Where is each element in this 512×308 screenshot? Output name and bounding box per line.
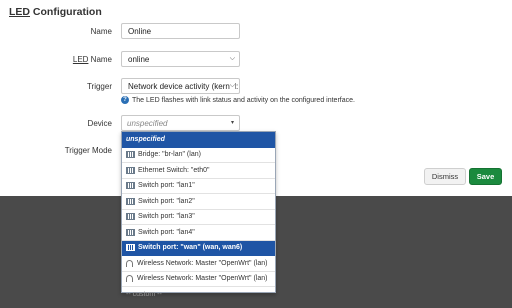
- chevron-down-icon: ▾: [230, 120, 234, 126]
- trigger-select[interactable]: Network device activity (kernel: ⌵: [121, 78, 240, 94]
- name-input[interactable]: Online: [121, 23, 240, 39]
- chevron-down-icon: ⌵: [229, 55, 235, 62]
- dropdown-option-lan1[interactable]: Switch port: "lan1": [122, 179, 275, 194]
- dropdown-option-wireless-2[interactable]: Wireless Network: Master "OpenWrt" (lan): [122, 272, 275, 287]
- dropdown-option-lan4[interactable]: Switch port: "lan4": [122, 225, 275, 241]
- name-label: Name: [90, 27, 112, 36]
- device-select[interactable]: unspecified ▾: [121, 115, 240, 131]
- trigger-mode-label: Trigger Mode: [64, 146, 112, 155]
- chevron-down-icon: ⌵: [229, 82, 235, 90]
- led-name-label: LED Name: [72, 55, 112, 64]
- save-button[interactable]: Save: [469, 168, 502, 185]
- dropdown-option-ethernet-switch[interactable]: Ethernet Switch: "eth0": [122, 163, 275, 179]
- dropdown-option-bridge[interactable]: Bridge: "br-lan" (lan): [122, 148, 275, 163]
- network-icon: [126, 151, 135, 159]
- network-icon: [126, 182, 135, 190]
- dropdown-option-lan3[interactable]: Switch port: "lan3": [122, 210, 275, 225]
- dismiss-button[interactable]: Dismiss: [424, 168, 466, 185]
- led-name-select[interactable]: online ⌵: [121, 51, 240, 67]
- network-icon: [126, 197, 135, 205]
- wifi-icon: [126, 275, 133, 283]
- dropdown-option-unspecified[interactable]: unspecified: [122, 132, 275, 148]
- device-dropdown-list: unspecified Bridge: "br-lan" (lan) Ether…: [121, 131, 276, 298]
- info-icon: ?: [121, 96, 129, 104]
- trigger-label: Trigger: [86, 82, 112, 91]
- dropdown-option-wireless-1[interactable]: Wireless Network: Master "OpenWrt" (lan): [122, 256, 275, 272]
- device-label: Device: [87, 119, 112, 128]
- network-icon: [126, 213, 135, 221]
- network-icon: [126, 244, 135, 252]
- network-icon: [126, 166, 135, 174]
- wifi-icon: [126, 259, 133, 267]
- trigger-hint: ? The LED flashes with link status and a…: [121, 96, 355, 104]
- dropdown-option-lan2[interactable]: Switch port: "lan2": [122, 194, 275, 210]
- dialog-title: LED Configuration: [9, 6, 102, 18]
- network-icon: [126, 228, 135, 236]
- dropdown-option-wan[interactable]: Switch port: "wan" (wan, wan6): [122, 240, 275, 256]
- dropdown-option-custom[interactable]: -- custom --: [122, 287, 275, 302]
